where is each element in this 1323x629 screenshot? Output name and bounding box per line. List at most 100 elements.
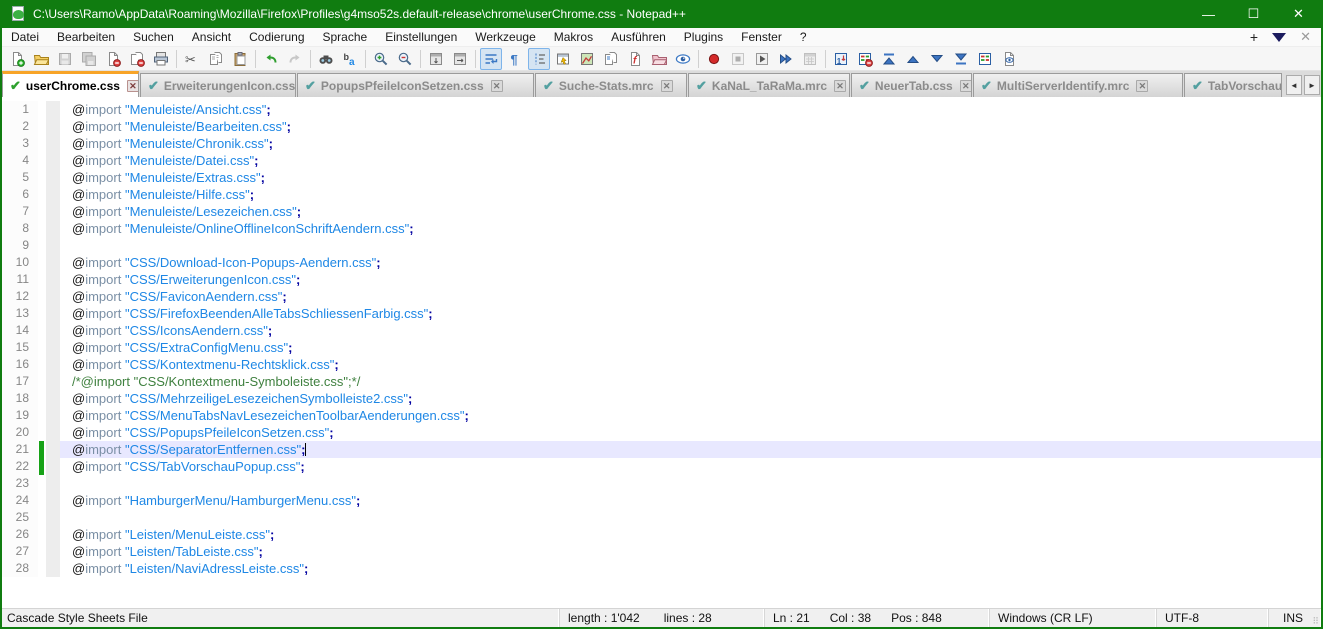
document-list-icon[interactable] <box>600 48 622 70</box>
tab-close-icon[interactable]: ✕ <box>834 80 846 92</box>
code-text[interactable]: @import "Menuleiste/Extras.css"; <box>60 169 1321 186</box>
code-text[interactable]: @import "CSS/FirefoxBeendenAlleTabsSchli… <box>60 305 1321 322</box>
sync-vertical-scrolling-icon[interactable] <box>425 48 447 70</box>
code-text[interactable]: @import "CSS/TabVorschauPopup.css"; <box>60 458 1321 475</box>
code-text[interactable]: @import "Leisten/MenuLeiste.css"; <box>60 526 1321 543</box>
code-text[interactable]: @import "HamburgerMenu/HamburgerMenu.css… <box>60 492 1321 509</box>
code-text[interactable]: @import "CSS/MehrzeiligeLesezeichenSymbo… <box>60 390 1321 407</box>
editor-line[interactable]: 6@import "Menuleiste/Hilfe.css"; <box>2 186 1321 203</box>
macro-save-icon[interactable] <box>799 48 821 70</box>
editor-line[interactable]: 21@import "CSS/SeparatorEntfernen.css"; <box>2 441 1321 458</box>
fold-margin[interactable] <box>46 101 60 118</box>
editor-line[interactable]: 20@import "CSS/PopupsPfeileIconSetzen.cs… <box>2 424 1321 441</box>
compare-nav-bar-icon[interactable] <box>998 48 1020 70</box>
print-icon[interactable] <box>150 48 172 70</box>
code-text[interactable]: @import "CSS/Download-Icon-Popups-Aender… <box>60 254 1321 271</box>
editor-line[interactable]: 9 <box>2 237 1321 254</box>
close-file-icon[interactable] <box>102 48 124 70</box>
code-text[interactable]: @import "Menuleiste/OnlineOfflineIconSch… <box>60 220 1321 237</box>
fold-margin[interactable] <box>46 203 60 220</box>
code-text[interactable]: @import "CSS/PopupsPfeileIconSetzen.css"… <box>60 424 1321 441</box>
fold-margin[interactable] <box>46 322 60 339</box>
tab-close-icon[interactable]: ✕ <box>661 80 673 92</box>
fold-margin[interactable] <box>46 475 60 492</box>
code-text[interactable] <box>60 475 1321 492</box>
menu-fenster[interactable]: Fenster <box>732 28 791 46</box>
goto-prev-diff-icon[interactable] <box>902 48 924 70</box>
redo-icon[interactable] <box>284 48 306 70</box>
compare-clear-icon[interactable] <box>854 48 876 70</box>
status-insert-mode[interactable]: INS <box>1283 611 1303 625</box>
code-text[interactable]: @import "CSS/ExtraConfigMenu.css"; <box>60 339 1321 356</box>
macro-record-icon[interactable] <box>703 48 725 70</box>
fold-margin[interactable] <box>46 186 60 203</box>
fold-margin[interactable] <box>46 492 60 509</box>
code-text[interactable]: @import "CSS/IconsAendern.css"; <box>60 322 1321 339</box>
folder-as-workspace-icon[interactable] <box>648 48 670 70</box>
code-text[interactable]: @import "CSS/Kontextmenu-Rechtsklick.css… <box>60 356 1321 373</box>
editor-line[interactable]: 25 <box>2 509 1321 526</box>
tab-tabvorschaupopup-css[interactable]: ✔TabVorschauPopup.css <box>1184 73 1282 97</box>
menu-suchen[interactable]: Suchen <box>124 28 183 46</box>
editor-line[interactable]: 14@import "CSS/IconsAendern.css"; <box>2 322 1321 339</box>
goto-first-diff-icon[interactable] <box>878 48 900 70</box>
find-icon[interactable] <box>315 48 337 70</box>
code-text[interactable]: @import "Menuleiste/Chronik.css"; <box>60 135 1321 152</box>
editor-pane[interactable]: 1@import "Menuleiste/Ansicht.css";2@impo… <box>2 97 1321 608</box>
editor-line[interactable]: 16@import "CSS/Kontextmenu-Rechtsklick.c… <box>2 356 1321 373</box>
resize-grip[interactable]: ⠿ <box>1312 616 1319 627</box>
menu-bearbeiten[interactable]: Bearbeiten <box>48 28 124 46</box>
code-text[interactable]: @import "Menuleiste/Datei.css"; <box>60 152 1321 169</box>
tab-scroll-left-button[interactable]: ◄ <box>1286 75 1302 95</box>
fold-margin[interactable] <box>46 373 60 390</box>
fold-margin[interactable] <box>46 237 60 254</box>
macro-stop-icon[interactable] <box>727 48 749 70</box>
new-tab-plus-button[interactable]: + <box>1250 29 1258 45</box>
new-file-icon[interactable] <box>6 48 28 70</box>
document-map-icon[interactable] <box>576 48 598 70</box>
editor-line[interactable]: 28@import "Leisten/NaviAdressLeiste.css"… <box>2 560 1321 577</box>
fold-margin[interactable] <box>46 135 60 152</box>
copy-icon[interactable] <box>205 48 227 70</box>
editor-line[interactable]: 1@import "Menuleiste/Ansicht.css"; <box>2 101 1321 118</box>
menu-datei[interactable]: Datei <box>2 28 48 46</box>
monitoring-icon[interactable] <box>672 48 694 70</box>
maximize-button[interactable]: ☐ <box>1231 0 1276 28</box>
tab-scroll-right-button[interactable]: ► <box>1304 75 1320 95</box>
editor-line[interactable]: 24@import "HamburgerMenu/HamburgerMenu.c… <box>2 492 1321 509</box>
save-all-icon[interactable] <box>78 48 100 70</box>
cut-icon[interactable]: ✂ <box>181 48 203 70</box>
editor-line[interactable]: 22@import "CSS/TabVorschauPopup.css"; <box>2 458 1321 475</box>
tab-close-icon[interactable]: ✕ <box>127 80 139 92</box>
fold-margin[interactable] <box>46 390 60 407</box>
editor-line[interactable]: 4@import "Menuleiste/Datei.css"; <box>2 152 1321 169</box>
code-text[interactable]: /*@import "CSS/Kontextmenu-Symboleiste.c… <box>60 373 1321 390</box>
tab-erweiterungenicon-css[interactable]: ✔ErweiterungenIcon.css✕ <box>140 73 296 97</box>
menu-sprache[interactable]: Sprache <box>314 28 377 46</box>
fold-margin[interactable] <box>46 271 60 288</box>
show-all-characters-icon[interactable]: ¶ <box>504 48 526 70</box>
close-button[interactable]: ✕ <box>1276 0 1321 28</box>
set-first-view-icon[interactable]: 1 <box>830 48 852 70</box>
macro-play-icon[interactable] <box>751 48 773 70</box>
fold-margin[interactable] <box>46 305 60 322</box>
editor-line[interactable]: 17/*@import "CSS/Kontextmenu-Symboleiste… <box>2 373 1321 390</box>
fold-margin[interactable] <box>46 169 60 186</box>
fold-margin[interactable] <box>46 339 60 356</box>
code-text[interactable]: @import "CSS/MenuTabsNavLesezeichenToolb… <box>60 407 1321 424</box>
fold-margin[interactable] <box>46 526 60 543</box>
fold-margin[interactable] <box>46 407 60 424</box>
fold-margin[interactable] <box>46 118 60 135</box>
zoom-in-icon[interactable] <box>370 48 392 70</box>
code-text[interactable] <box>60 237 1321 254</box>
editor-line[interactable]: 7@import "Menuleiste/Lesezeichen.css"; <box>2 203 1321 220</box>
editor-line[interactable]: 26@import "Leisten/MenuLeiste.css"; <box>2 526 1321 543</box>
tab-kanal-tarama-mrc[interactable]: ✔KaNaL_TaRaMa.mrc✕ <box>688 73 850 97</box>
tab-close-icon[interactable]: ✕ <box>491 80 503 92</box>
undo-icon[interactable] <box>260 48 282 70</box>
code-text[interactable]: @import "CSS/SeparatorEntfernen.css"; <box>60 441 1321 458</box>
tab-list-dropdown-icon[interactable] <box>1272 33 1286 42</box>
editor-line[interactable]: 18@import "CSS/MehrzeiligeLesezeichenSym… <box>2 390 1321 407</box>
code-text[interactable] <box>60 509 1321 526</box>
menu-ansicht[interactable]: Ansicht <box>183 28 240 46</box>
